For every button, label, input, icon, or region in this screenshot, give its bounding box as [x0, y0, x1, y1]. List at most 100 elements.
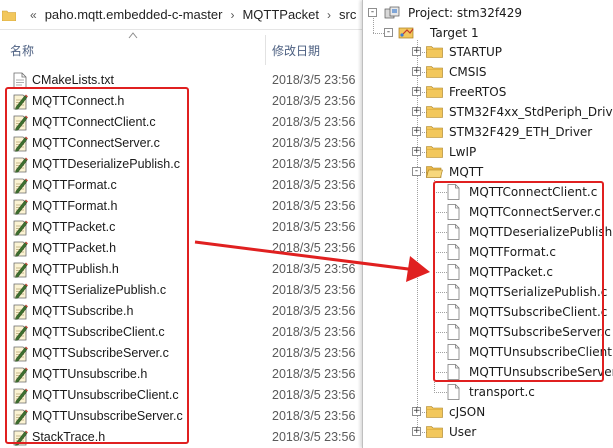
- tree-file-item[interactable]: MQTTPacket.c: [469, 265, 553, 279]
- header-file-icon: [13, 241, 28, 257]
- file-row[interactable]: MQTTSubscribeClient.c 2018/3/5 23:56: [0, 322, 368, 343]
- tree-group-stm32f4xx-stdperiph-driver[interactable]: STM32F4xx_StdPeriph_Driver: [449, 105, 613, 119]
- sort-caret-icon: [128, 32, 138, 39]
- file-row[interactable]: MQTTSerializePublish.c 2018/3/5 23:56: [0, 280, 368, 301]
- expand-toggle-icon[interactable]: +: [412, 427, 421, 436]
- project-tree-panel: - Project: stm32f429 - Target 1 + STARTUP + CMS…: [362, 0, 613, 448]
- tree-file-item[interactable]: MQTTUnsubscribeServer.c: [469, 365, 613, 379]
- file-modified-date: 2018/3/5 23:56: [272, 136, 356, 150]
- project-root-label[interactable]: Project: stm32f429: [408, 6, 522, 20]
- column-header: 名称 修改日期: [0, 31, 368, 67]
- tree-file-item[interactable]: MQTTConnectServer.c: [469, 205, 601, 219]
- header-file-icon: [13, 367, 28, 383]
- tree-group-mqtt[interactable]: MQTT: [449, 165, 483, 179]
- tree-guide-line: [434, 272, 447, 273]
- file-row[interactable]: MQTTUnsubscribe.h 2018/3/5 23:56: [0, 364, 368, 385]
- file-row[interactable]: MQTTSubscribeServer.c 2018/3/5 23:56: [0, 343, 368, 364]
- tree-file-item[interactable]: MQTTDeserializePublish.c: [469, 225, 613, 239]
- file-row[interactable]: MQTTFormat.h 2018/3/5 23:56: [0, 196, 368, 217]
- breadcrumb-segment[interactable]: MQTTPacket: [242, 7, 319, 22]
- collapse-toggle-icon[interactable]: -: [384, 28, 393, 37]
- tree-guide-line: [434, 372, 447, 373]
- source-file-icon: [447, 304, 460, 320]
- tree-guide-line: [417, 40, 418, 433]
- tree-file-item[interactable]: MQTTConnectClient.c: [469, 185, 597, 199]
- target-icon: [398, 27, 414, 39]
- tree-file-item[interactable]: transport.c: [469, 385, 535, 399]
- folder-open-icon: [426, 166, 443, 178]
- folder-icon: [426, 86, 443, 98]
- expand-toggle-icon[interactable]: +: [412, 107, 421, 116]
- file-modified-date: 2018/3/5 23:56: [272, 157, 356, 171]
- expand-toggle-icon[interactable]: +: [412, 47, 421, 56]
- file-modified-date: 2018/3/5 23:56: [272, 178, 356, 192]
- c-source-file-icon: [13, 220, 28, 236]
- file-row[interactable]: CMakeLists.txt 2018/3/5 23:56: [0, 70, 368, 91]
- file-name: MQTTPacket.c: [32, 220, 116, 234]
- file-modified-date: 2018/3/5 23:56: [272, 325, 356, 339]
- file-name: MQTTSerializePublish.c: [32, 283, 167, 297]
- folder-icon: [426, 406, 443, 418]
- tree-guide-line: [434, 212, 447, 213]
- tree-group-lwip[interactable]: LwIP: [449, 145, 476, 159]
- source-file-icon: [447, 324, 460, 340]
- collapse-toggle-icon[interactable]: -: [368, 8, 377, 17]
- tree-guide-line: [434, 332, 447, 333]
- column-divider[interactable]: [265, 35, 266, 65]
- tree-group-stm32f429-eth-driver[interactable]: STM32F429_ETH_Driver: [449, 125, 592, 139]
- collapse-toggle-icon[interactable]: -: [412, 167, 421, 176]
- c-source-file-icon: [13, 325, 28, 341]
- file-modified-date: 2018/3/5 23:56: [272, 367, 356, 381]
- file-row[interactable]: MQTTPublish.h 2018/3/5 23:56: [0, 259, 368, 280]
- address-bar[interactable]: « paho.mqtt.embedded-c-master › MQTTPack…: [0, 0, 368, 30]
- file-row[interactable]: MQTTUnsubscribeServer.c 2018/3/5 23:56: [0, 406, 368, 427]
- file-row[interactable]: StackTrace.h 2018/3/5 23:56: [0, 427, 368, 448]
- folder-icon: [2, 10, 16, 21]
- file-row[interactable]: MQTTConnect.h 2018/3/5 23:56: [0, 91, 368, 112]
- tree-group-startup[interactable]: STARTUP: [449, 45, 502, 59]
- header-file-icon: [13, 94, 28, 110]
- tree-file-item[interactable]: MQTTFormat.c: [469, 245, 556, 259]
- file-name: CMakeLists.txt: [32, 73, 114, 87]
- chevron-right-icon[interactable]: ›: [230, 8, 234, 22]
- tree-group-freertos[interactable]: FreeRTOS: [449, 85, 506, 99]
- file-row[interactable]: MQTTSubscribe.h 2018/3/5 23:56: [0, 301, 368, 322]
- file-row[interactable]: MQTTPacket.h 2018/3/5 23:56: [0, 238, 368, 259]
- folder-icon: [426, 106, 443, 118]
- tree-group-cmsis[interactable]: CMSIS: [449, 65, 487, 79]
- tree-group-user[interactable]: User: [449, 425, 476, 439]
- tree-guide-line: [434, 352, 447, 353]
- breadcrumb-segment[interactable]: src: [339, 7, 356, 22]
- file-row[interactable]: MQTTConnectClient.c 2018/3/5 23:56: [0, 112, 368, 133]
- column-name[interactable]: 名称: [10, 42, 34, 59]
- file-name: MQTTSubscribe.h: [32, 304, 134, 318]
- folder-icon: [426, 66, 443, 78]
- file-name: MQTTUnsubscribeClient.c: [32, 388, 179, 402]
- expand-toggle-icon[interactable]: +: [412, 87, 421, 96]
- chevron-right-icon[interactable]: ›: [327, 8, 331, 22]
- column-modified[interactable]: 修改日期: [272, 42, 320, 59]
- tree-file-item[interactable]: MQTTSubscribeServer.c: [469, 325, 611, 339]
- target-label[interactable]: Target 1: [430, 26, 479, 40]
- tree-file-item[interactable]: MQTTUnsubscribeClient.c: [469, 345, 613, 359]
- file-row[interactable]: MQTTUnsubscribeClient.c 2018/3/5 23:56: [0, 385, 368, 406]
- file-modified-date: 2018/3/5 23:56: [272, 220, 356, 234]
- file-modified-date: 2018/3/5 23:56: [272, 115, 356, 129]
- tree-guide-line: [434, 192, 447, 193]
- file-row[interactable]: MQTTDeserializePublish.c 2018/3/5 23:56: [0, 154, 368, 175]
- tree-group-cjson[interactable]: cJSON: [449, 405, 485, 419]
- file-name: MQTTPublish.h: [32, 262, 119, 276]
- file-name: MQTTUnsubscribe.h: [32, 367, 148, 381]
- expand-toggle-icon[interactable]: +: [412, 407, 421, 416]
- expand-toggle-icon[interactable]: +: [412, 127, 421, 136]
- overflow-chevron-icon[interactable]: «: [30, 8, 37, 22]
- tree-file-item[interactable]: MQTTSerializePublish.c: [469, 285, 607, 299]
- tree-guide-line: [434, 312, 447, 313]
- tree-file-item[interactable]: MQTTSubscribeClient.c: [469, 305, 607, 319]
- file-row[interactable]: MQTTPacket.c 2018/3/5 23:56: [0, 217, 368, 238]
- file-row[interactable]: MQTTConnectServer.c 2018/3/5 23:56: [0, 133, 368, 154]
- file-row[interactable]: MQTTFormat.c 2018/3/5 23:56: [0, 175, 368, 196]
- expand-toggle-icon[interactable]: +: [412, 67, 421, 76]
- breadcrumb-segment[interactable]: paho.mqtt.embedded-c-master: [45, 7, 223, 22]
- expand-toggle-icon[interactable]: +: [412, 147, 421, 156]
